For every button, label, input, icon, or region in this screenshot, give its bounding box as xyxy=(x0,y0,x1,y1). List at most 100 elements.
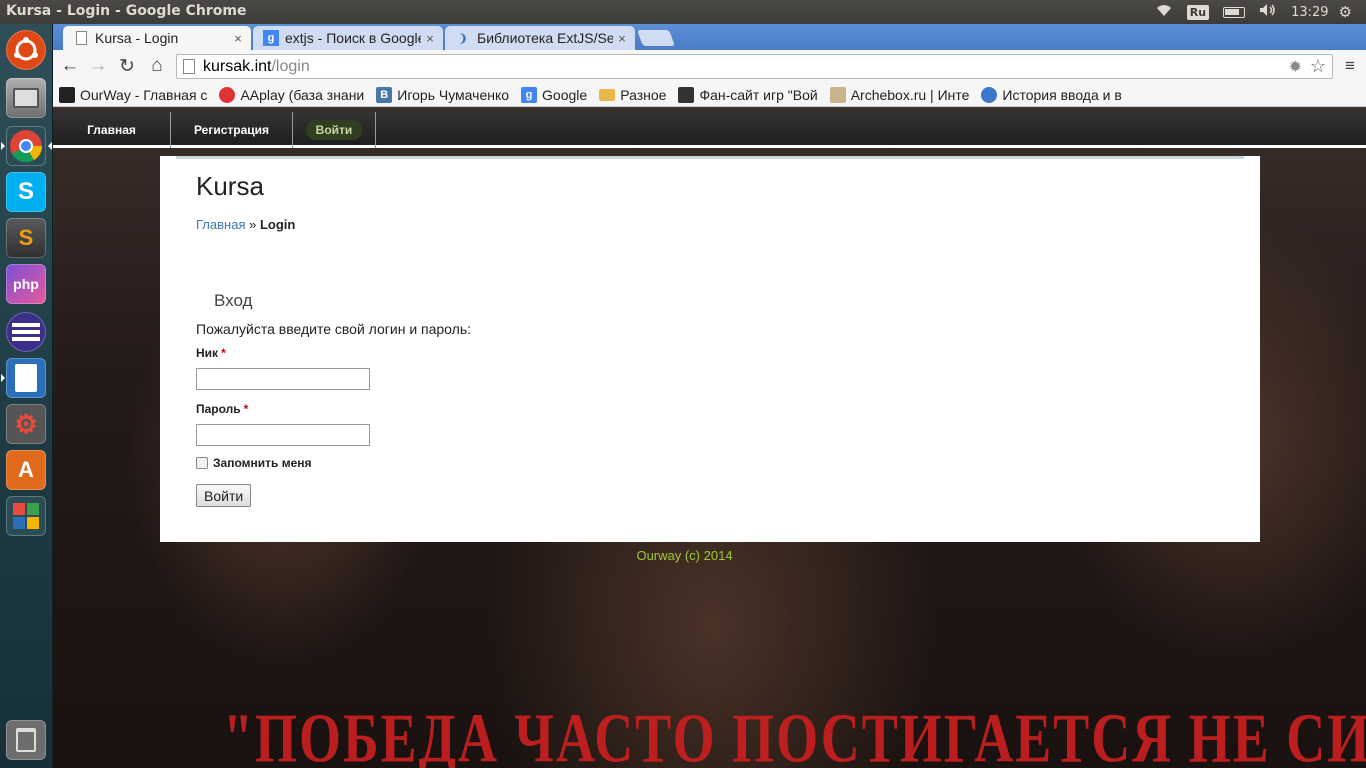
bookmark-history[interactable]: История ввода и в xyxy=(981,86,1122,103)
breadcrumb-separator: » xyxy=(249,217,257,232)
password-field[interactable] xyxy=(196,424,370,446)
login-intro-text: Пожалуйста введите свой логин и пароль: xyxy=(196,321,472,337)
back-icon[interactable]: ← xyxy=(58,54,82,78)
bookmark-label: OurWay - Главная с xyxy=(80,86,208,103)
chrome-icon[interactable] xyxy=(6,126,46,166)
dash-home-icon[interactable] xyxy=(6,30,46,70)
battery-icon[interactable] xyxy=(1223,6,1246,18)
page-viewport: Главная Регистрация Войти Kursa Главная … xyxy=(53,108,1366,768)
address-bar[interactable]: kursak.int/login ✹ ☆ xyxy=(176,54,1333,79)
folder-icon xyxy=(599,88,616,101)
bookmark-label: Разное xyxy=(620,86,667,103)
eclipse-icon[interactable] xyxy=(6,312,46,352)
keyboard-layout-indicator[interactable]: Ru xyxy=(1186,4,1210,20)
bookmark-fan-site[interactable]: Фан-сайт игр "Вой xyxy=(678,86,818,103)
url-host: kursak.int xyxy=(203,57,272,75)
tab-extjs-google[interactable]: g extjs - Поиск в Google × xyxy=(253,26,443,50)
bookmarks-bar: OurWay - Главная с AAplay (база знани В … xyxy=(53,83,1366,107)
remember-me-label[interactable]: Запомнить меня xyxy=(213,456,312,470)
password-label-text: Пароль xyxy=(196,402,241,416)
bookmark-aaplay[interactable]: AAplay (база знани xyxy=(219,86,365,103)
password-label: Пароль * xyxy=(196,402,248,416)
bookmark-google[interactable]: g Google xyxy=(521,86,588,103)
required-mark: * xyxy=(221,346,226,360)
page-icon xyxy=(183,59,195,74)
unity-launcher: S S php ⚙ A xyxy=(0,24,53,768)
bookmark-label: Фан-сайт игр "Вой xyxy=(699,86,818,103)
forward-icon[interactable]: → xyxy=(86,54,110,78)
nav-label: Главная xyxy=(87,123,136,137)
bookmark-star-icon[interactable]: ☆ xyxy=(1310,56,1326,77)
bookmark-label: Archebox.ru | Инте xyxy=(850,86,970,103)
nav-item-login[interactable]: Войти xyxy=(293,112,376,148)
site-footer: Ourway (c) 2014 xyxy=(636,548,733,563)
breadcrumb-home-link[interactable]: Главная xyxy=(196,217,245,232)
libreoffice-writer-icon[interactable] xyxy=(6,358,46,398)
remember-me-checkbox[interactable] xyxy=(196,457,208,469)
system-settings-icon[interactable]: ⚙ xyxy=(6,404,46,444)
tab-label: Kursa - Login xyxy=(95,30,179,46)
bookmark-label: История ввода и в xyxy=(1002,86,1122,103)
menu-icon[interactable]: ≡ xyxy=(1338,54,1362,78)
username-field[interactable] xyxy=(196,368,370,390)
nav-item-home[interactable]: Главная xyxy=(53,112,171,148)
settings-icon[interactable]: ⚙ xyxy=(1339,3,1352,21)
required-mark: * xyxy=(243,402,249,416)
login-block-title: Вход xyxy=(214,291,253,310)
extension-icon[interactable]: ✹ xyxy=(1289,57,1302,77)
background-poster-quote: "ПОБЕДА ЧАСТО ПОСТИГАЕТСЯ НЕ СИЛОЙ, А ВО… xyxy=(223,699,1366,768)
ubuntu-software-center-icon[interactable]: A xyxy=(6,450,46,490)
files-icon[interactable] xyxy=(6,78,46,118)
login-submit-button[interactable]: Войти xyxy=(196,484,252,507)
vk-icon: В xyxy=(376,86,393,103)
nav-label: Войти xyxy=(305,120,363,140)
google-icon: g xyxy=(521,86,538,103)
crossover-icon[interactable] xyxy=(6,496,46,536)
trash-icon[interactable] xyxy=(6,720,46,760)
close-icon[interactable]: × xyxy=(229,31,247,46)
new-tab-button[interactable] xyxy=(637,30,675,46)
url-path: /login xyxy=(271,57,310,75)
ourway-icon xyxy=(59,86,75,103)
loading-spinner-icon: ❩ xyxy=(458,32,468,45)
bookmark-folder-raznoe[interactable]: Разное xyxy=(599,87,666,103)
bookmark-label: AAplay (база знани xyxy=(240,86,365,103)
skype-icon[interactable]: S xyxy=(6,172,46,212)
breadcrumb: Главная » Login xyxy=(196,217,295,232)
google-icon: g xyxy=(263,30,279,46)
remember-me-row: Запомнить меня xyxy=(196,456,312,470)
os-top-panel: Kursa - Login - Google Chrome Ru 13:29 ⚙ xyxy=(0,0,1366,24)
username-label: Ник * xyxy=(196,346,226,360)
reload-icon[interactable]: ↻ xyxy=(115,54,139,78)
bookmark-label: Игорь Чумаченко xyxy=(397,86,510,103)
nav-label: Регистрация xyxy=(193,123,270,137)
site-title[interactable]: Kursa xyxy=(196,171,264,202)
tab-label: Библиотека ExtJS/Sencha xyxy=(477,30,613,46)
tab-extjs-library[interactable]: ❩ Библиотека ExtJS/Sencha × xyxy=(445,26,635,50)
close-icon[interactable]: × xyxy=(421,31,439,46)
archebox-icon xyxy=(829,86,846,103)
window-title: Kursa - Login - Google Chrome xyxy=(6,3,247,19)
bookmark-ourway[interactable]: OurWay - Главная с xyxy=(59,86,208,103)
system-tray: Ru 13:29 ⚙ xyxy=(1155,0,1366,24)
browser-tab-strip: Kursa - Login × g extjs - Поиск в Google… xyxy=(53,24,1366,50)
volume-icon[interactable] xyxy=(1259,3,1277,21)
close-icon[interactable]: × xyxy=(613,31,631,46)
tab-kursa-login[interactable]: Kursa - Login × xyxy=(63,26,251,50)
wifi-icon[interactable] xyxy=(1155,3,1173,21)
nav-item-register[interactable]: Регистрация xyxy=(171,112,293,148)
bookmark-label: Google xyxy=(542,86,588,103)
tab-label: extjs - Поиск в Google xyxy=(285,30,421,46)
breadcrumb-current: Login xyxy=(259,217,296,232)
bookmark-vk[interactable]: В Игорь Чумаченко xyxy=(376,86,510,103)
home-icon[interactable]: ⌂ xyxy=(145,54,169,78)
clock[interactable]: 13:29 xyxy=(1291,5,1328,20)
sublime-text-icon[interactable]: S xyxy=(6,218,46,258)
phpstorm-icon[interactable]: php xyxy=(6,264,46,304)
aaplay-icon xyxy=(219,86,236,103)
username-label-text: Ник xyxy=(196,346,219,360)
fan-site-icon xyxy=(678,86,695,103)
bookmark-archebox[interactable]: Archebox.ru | Инте xyxy=(829,86,970,103)
main-content: Kursa Главная » Login Вход Пожалуйста вв… xyxy=(160,156,1260,542)
browser-toolbar: ← → ↻ ⌂ kursak.int/login ✹ ☆ ≡ xyxy=(53,50,1366,83)
